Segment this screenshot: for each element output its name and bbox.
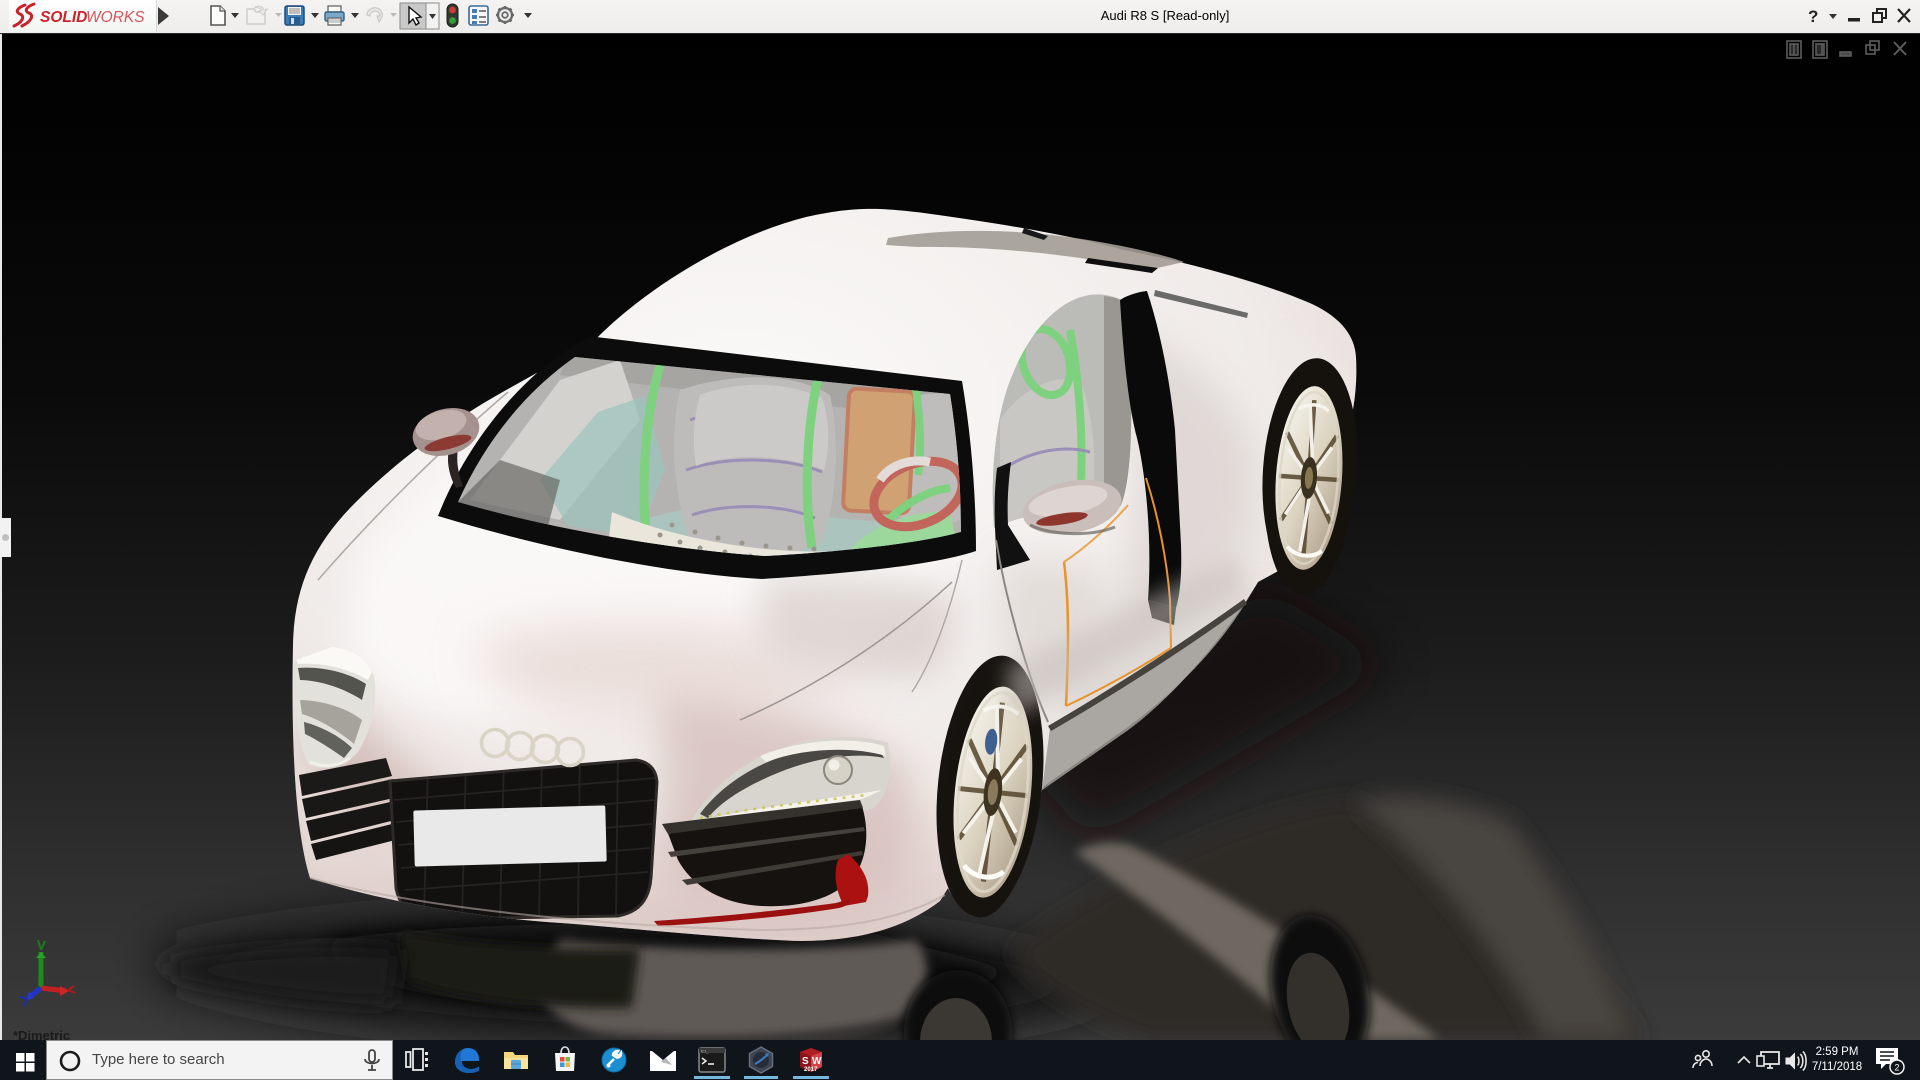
svg-text:SOLID: SOLID [40, 9, 87, 26]
svg-text:WORKS: WORKS [86, 9, 145, 26]
svg-text:2: 2 [1895, 1063, 1900, 1073]
svg-text:W: W [812, 1056, 822, 1067]
svg-text:C:\_: C:\_ [701, 1049, 709, 1054]
svg-text:2017: 2017 [804, 1067, 818, 1073]
svg-text:S: S [802, 1056, 809, 1067]
svg-text:?: ? [1808, 7, 1818, 26]
